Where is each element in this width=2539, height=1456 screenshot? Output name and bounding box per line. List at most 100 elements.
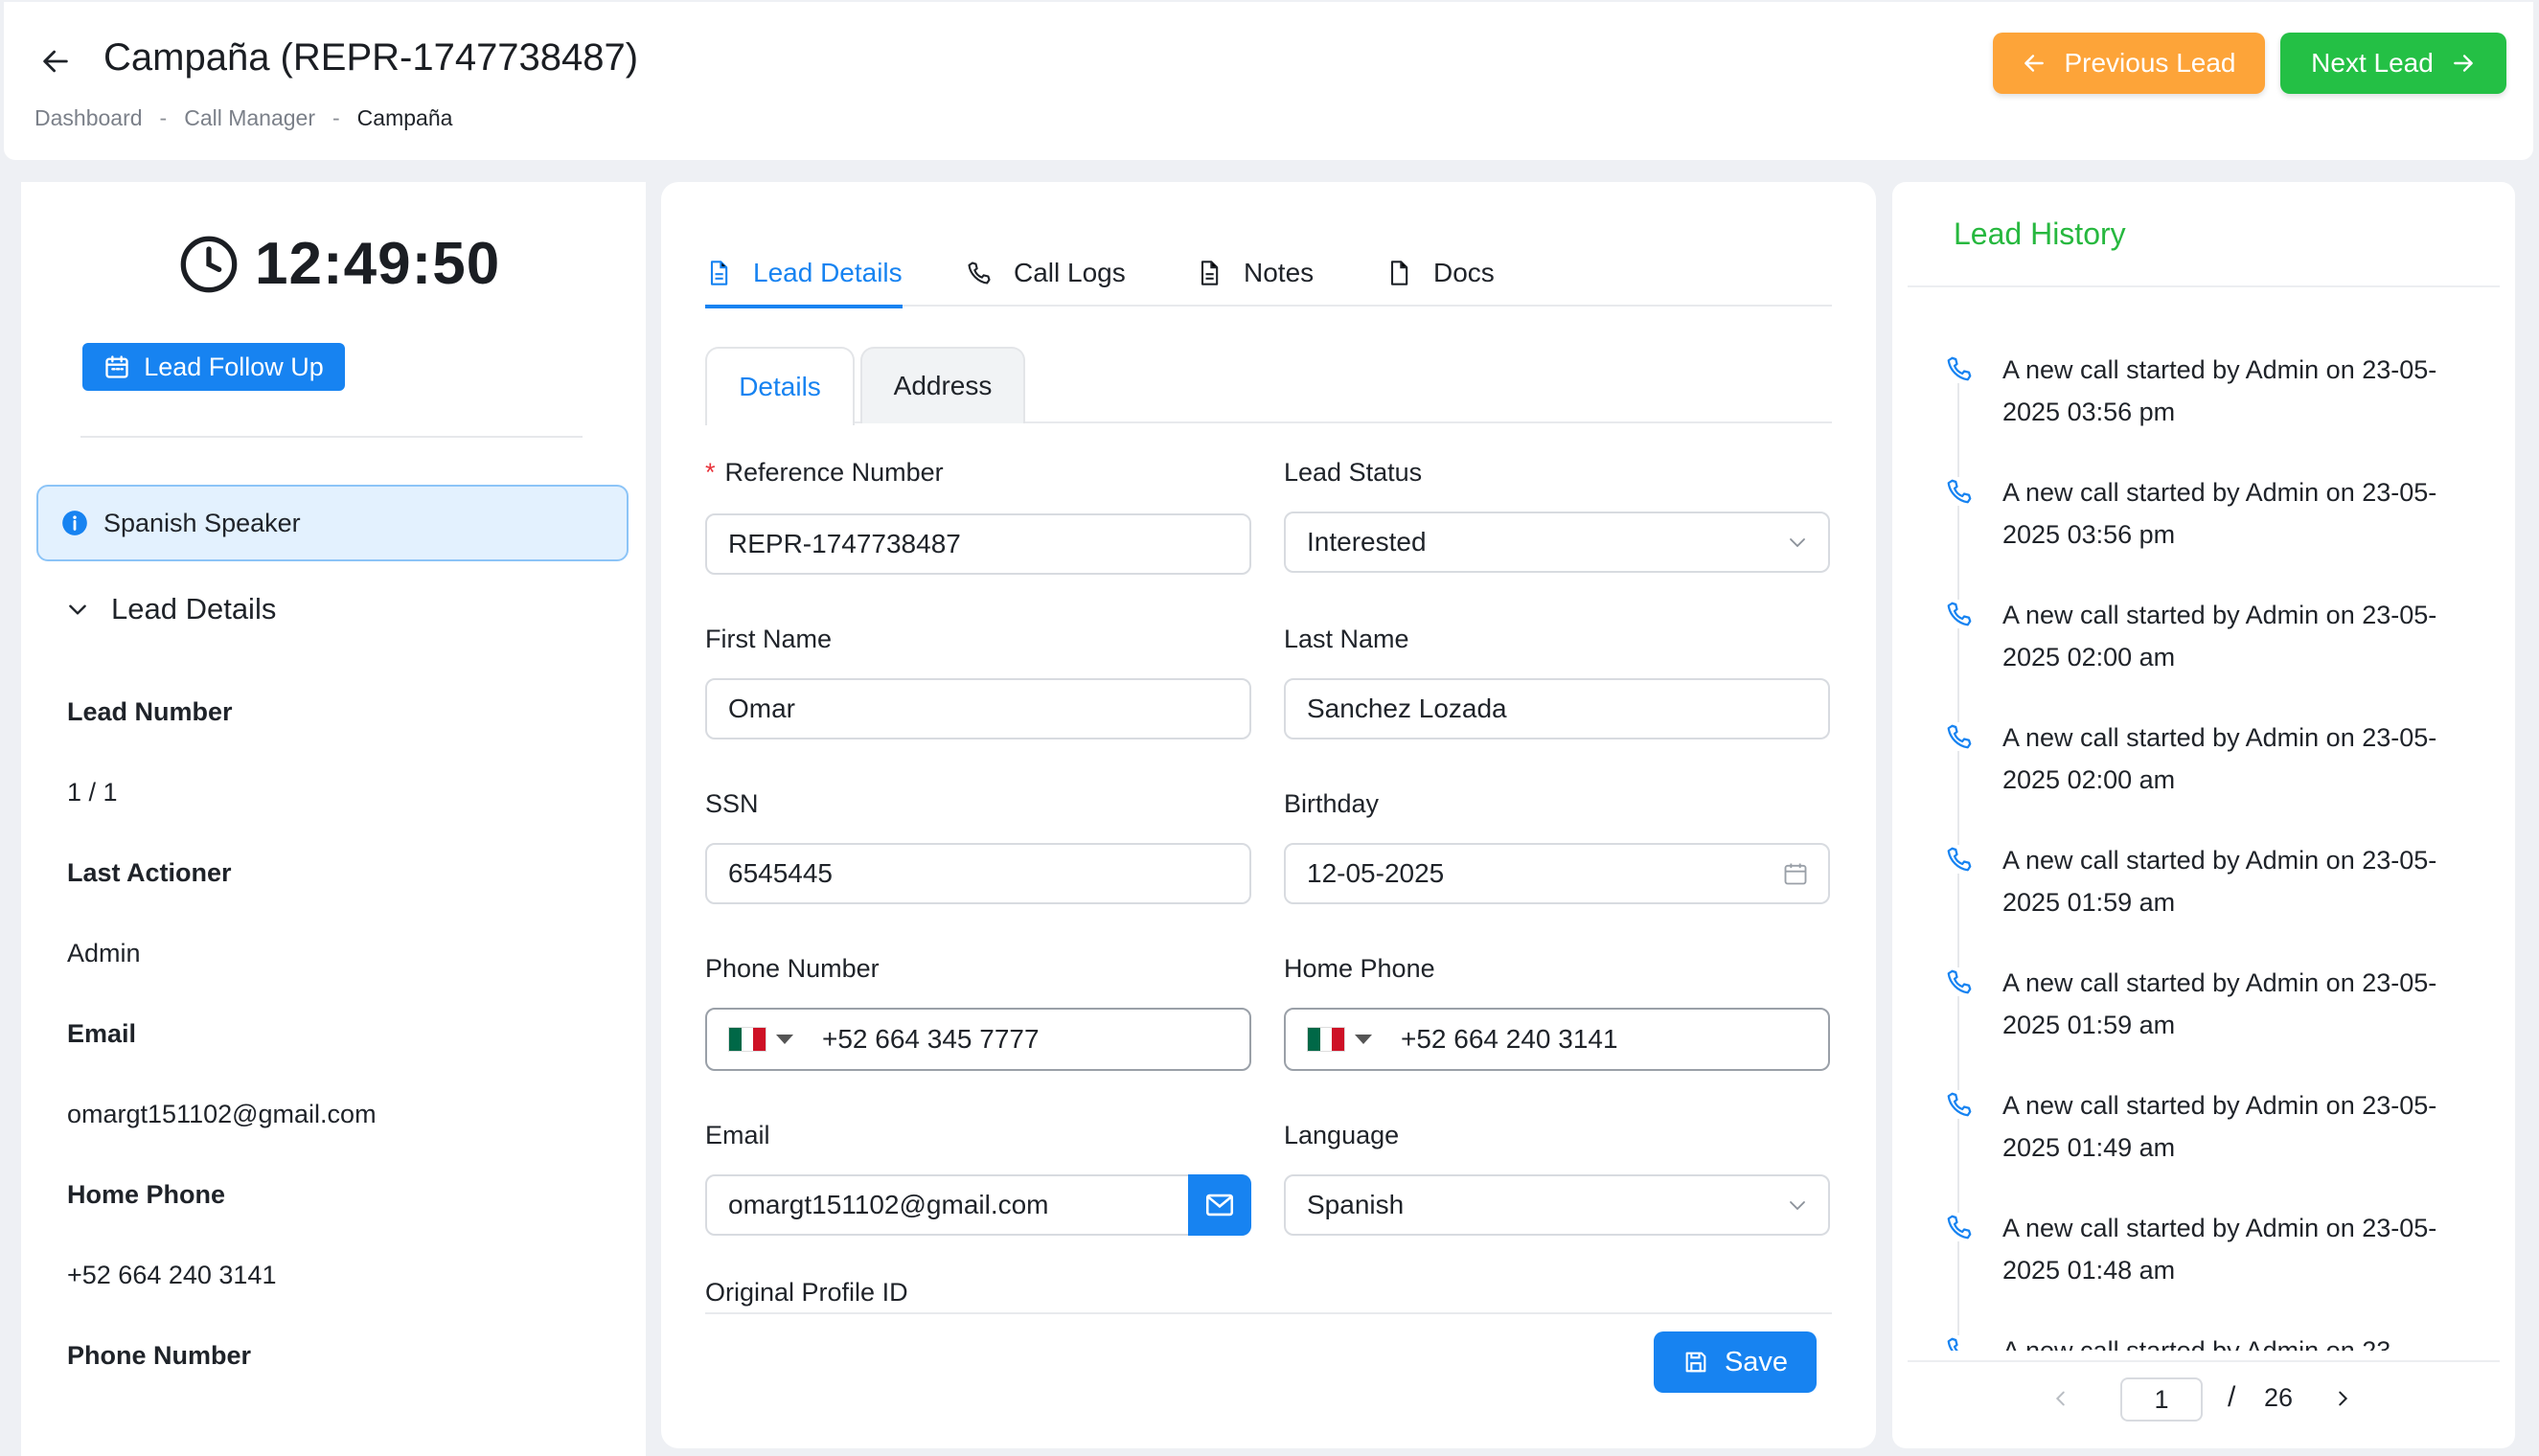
next-lead-label: Next Lead (2311, 48, 2434, 78)
phone-icon (1945, 1090, 1974, 1119)
history-text: A new call started by Admin on 23-05-202… (2002, 601, 2437, 671)
chevron-down-icon (1786, 531, 1809, 554)
timer-value: 12:49:50 (255, 231, 501, 297)
field-label: Email (67, 1019, 137, 1048)
lead-history-title: Lead History (1954, 216, 2126, 251)
tab-lead-details[interactable]: Lead Details (705, 239, 903, 308)
tab-label: Docs (1433, 258, 1495, 287)
history-text: A new call started by Admin on 23-05-202… (2002, 723, 2437, 794)
language-select[interactable]: Spanish (1284, 1174, 1830, 1236)
history-text: A new call started by Admin on 23-05-202… (2002, 846, 2437, 917)
history-text: A new call started by Admin on 23-05-202… (2002, 968, 2437, 1039)
field-label: Phone Number (67, 1341, 252, 1370)
calendar-icon (105, 355, 128, 378)
follow-up-label: Lead Follow Up (144, 352, 324, 381)
page-separator: / (2228, 1381, 2236, 1413)
call-timer: 12:49:50 (178, 230, 500, 298)
save-label: Save (1724, 1346, 1789, 1377)
previous-lead-label: Previous Lead (2064, 48, 2236, 78)
phone-icon (1945, 967, 1974, 996)
subtab-details[interactable]: Details (705, 347, 855, 425)
previous-lead-button[interactable]: Previous Lead (1993, 33, 2265, 94)
tab-docs[interactable]: Docs (1385, 239, 1495, 307)
country-dropdown-caret[interactable] (1355, 1035, 1372, 1044)
phone-number-input[interactable]: +52 664 345 7777 (705, 1008, 1251, 1071)
breadcrumb-current: Campaña (356, 105, 453, 130)
page-number-input[interactable]: 1 (2120, 1377, 2203, 1422)
tab-label: Notes (1244, 258, 1315, 287)
page-header: Campaña (REPR-1747738487) Dashboard - Ca… (4, 2, 2533, 160)
home-phone-input[interactable]: +52 664 240 3141 (1284, 1008, 1830, 1071)
birthday-value: 12-05-2025 (1307, 858, 1445, 888)
field-label: Lead Number (67, 697, 233, 726)
send-email-button[interactable] (1188, 1174, 1251, 1236)
profile-clip: Original Profile ID (705, 1274, 1280, 1312)
email-label: Email (705, 1121, 770, 1149)
subtab-address[interactable]: Address (860, 347, 1025, 423)
tab-call-logs[interactable]: Call Logs (966, 239, 1126, 307)
save-button[interactable]: Save (1654, 1331, 1817, 1393)
lead-status-select[interactable]: Interested (1284, 512, 1830, 573)
file-icon (1390, 261, 1408, 285)
chevron-left-icon[interactable] (2042, 1379, 2080, 1418)
history-pagination: 1 / 26 (1908, 1360, 2500, 1437)
country-dropdown-caret[interactable] (776, 1035, 793, 1044)
email-input[interactable]: omargt151102@gmail.com (705, 1174, 1251, 1236)
field-value: Admin (67, 939, 141, 967)
home-phone-label: Home Phone (1284, 954, 1435, 983)
breadcrumb-call-manager[interactable]: Call Manager (184, 105, 315, 131)
ssn-label: SSN (705, 789, 759, 818)
chevron-right-icon[interactable] (2323, 1379, 2362, 1418)
page-title: Campaña (REPR-1747738487) (103, 36, 639, 79)
birthday-datepicker[interactable]: 12-05-2025 (1284, 843, 1830, 904)
note-icon (1201, 261, 1219, 285)
history-text: A new call started by Admin on 23-05-202… (2002, 1091, 2437, 1162)
language-label: Language (1284, 1121, 1400, 1149)
lead-status-value: Interested (1307, 527, 1427, 557)
form-subtabs: Details Address (705, 347, 1832, 425)
last-name-label: Last Name (1284, 625, 1409, 653)
reference-number-input[interactable]: REPR-1747738487 (705, 513, 1251, 575)
clock-icon (180, 236, 238, 292)
phone-icon (1945, 845, 1974, 874)
mail-icon (1205, 1194, 1234, 1217)
field-label: Last Actioner (67, 858, 232, 887)
tab-label: Lead Details (753, 258, 903, 287)
history-text: A new call started by Admin on 23-05-202… (2002, 478, 2437, 549)
phone-icon (1945, 1335, 1974, 1351)
first-name-input[interactable]: Omar (705, 678, 1251, 739)
next-lead-button[interactable]: Next Lead (2280, 33, 2506, 94)
tab-notes[interactable]: Notes (1196, 239, 1314, 307)
history-text: A new call started by Admin on 23-05-202… (2002, 355, 2437, 426)
phone-icon (1945, 354, 1974, 383)
phone-number-value: +52 664 345 7777 (822, 1024, 1040, 1054)
divider (80, 436, 583, 438)
lead-status-label: Lead Status (1284, 458, 1423, 487)
first-name-label: First Name (705, 625, 833, 653)
last-name-input[interactable]: Sanchez Lozada (1284, 678, 1830, 739)
form-footer-divider (705, 1312, 1832, 1314)
save-icon (1685, 1352, 1706, 1373)
back-arrow-icon[interactable] (36, 42, 75, 80)
lead-follow-up-button[interactable]: Lead Follow Up (82, 343, 345, 391)
lead-history-panel: Lead History A new call started by Admin… (1892, 182, 2515, 1448)
reference-number-label-text: Reference Number (724, 458, 944, 487)
phone-icon (1945, 600, 1974, 628)
arrow-left-icon (2024, 55, 2045, 72)
field-label: Home Phone (67, 1180, 226, 1209)
breadcrumb-separator: - (159, 105, 168, 130)
field-value: +52 664 240 3141 (67, 1261, 277, 1289)
history-list: A new call started by Admin on 23-05-202… (1892, 307, 2515, 1351)
lead-details-collapse[interactable]: Lead Details (65, 592, 276, 626)
ssn-input[interactable]: 6545445 (705, 843, 1251, 904)
calendar-icon[interactable] (1782, 860, 1809, 887)
mexico-flag-icon (1307, 1027, 1345, 1052)
breadcrumb-dashboard[interactable]: Dashboard (34, 105, 143, 131)
phone-icon (1945, 477, 1974, 506)
history-text: A new call started by Admin on 23-05-202… (2002, 1214, 2437, 1285)
history-text: A new call started by Admin on 23- (2002, 1336, 2400, 1351)
arrow-right-icon (2453, 55, 2473, 72)
reference-number-label: * Reference Number (705, 458, 944, 488)
chevron-down-icon (1786, 1194, 1809, 1217)
document-icon (710, 261, 728, 285)
